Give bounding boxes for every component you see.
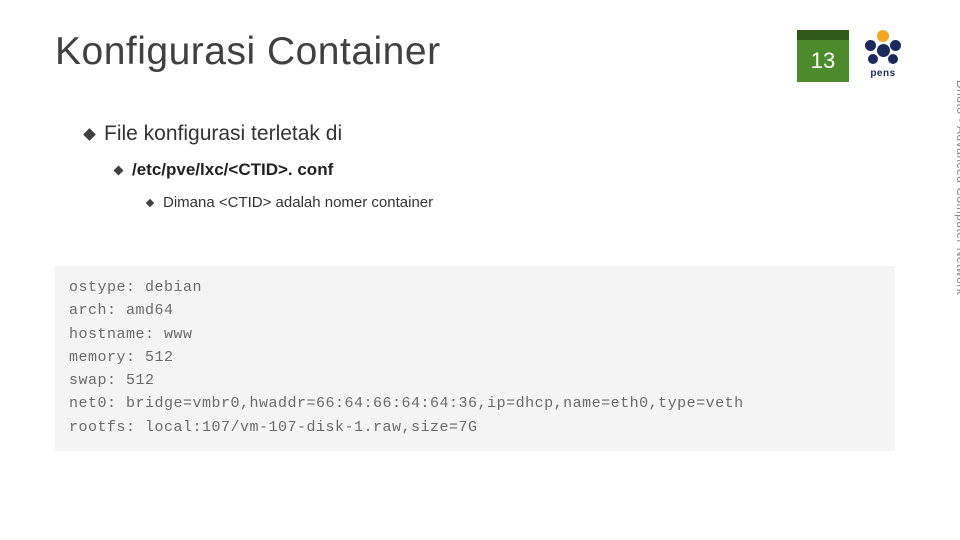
page-number-box: 13 bbox=[797, 30, 849, 82]
diamond-bullet-icon bbox=[83, 128, 96, 141]
bullet-text-3: Dimana <CTID> adalah nomer container bbox=[163, 194, 433, 211]
logo: pens bbox=[861, 30, 905, 79]
bullet-text-2: /etc/pve/lxc/<CTID>. conf bbox=[132, 160, 333, 180]
bullet-text-1: File konfigurasi terletak di bbox=[104, 122, 342, 146]
header-right: 13 pens bbox=[797, 30, 905, 82]
slide-content: File konfigurasi terletak di /etc/pve/lx… bbox=[55, 122, 905, 451]
slide-header: Konfigurasi Container 13 pens bbox=[55, 30, 905, 82]
diamond-bullet-icon bbox=[146, 199, 154, 207]
slide-title: Konfigurasi Container bbox=[55, 30, 441, 74]
slide: Konfigurasi Container 13 pens Dhoto - Ad… bbox=[0, 0, 960, 540]
page-number: 13 bbox=[811, 48, 835, 74]
bullet-level-1: File konfigurasi terletak di bbox=[85, 122, 905, 146]
side-label: Dhoto - Advanced Computer Network bbox=[954, 80, 960, 295]
diamond-bullet-icon bbox=[114, 166, 124, 176]
code-block: ostype: debian arch: amd64 hostname: www… bbox=[55, 266, 895, 451]
bullet-level-3: Dimana <CTID> adalah nomer container bbox=[147, 194, 905, 211]
logo-text: pens bbox=[870, 68, 895, 79]
logo-icon bbox=[861, 30, 905, 66]
bullet-level-2: /etc/pve/lxc/<CTID>. conf bbox=[115, 160, 905, 180]
